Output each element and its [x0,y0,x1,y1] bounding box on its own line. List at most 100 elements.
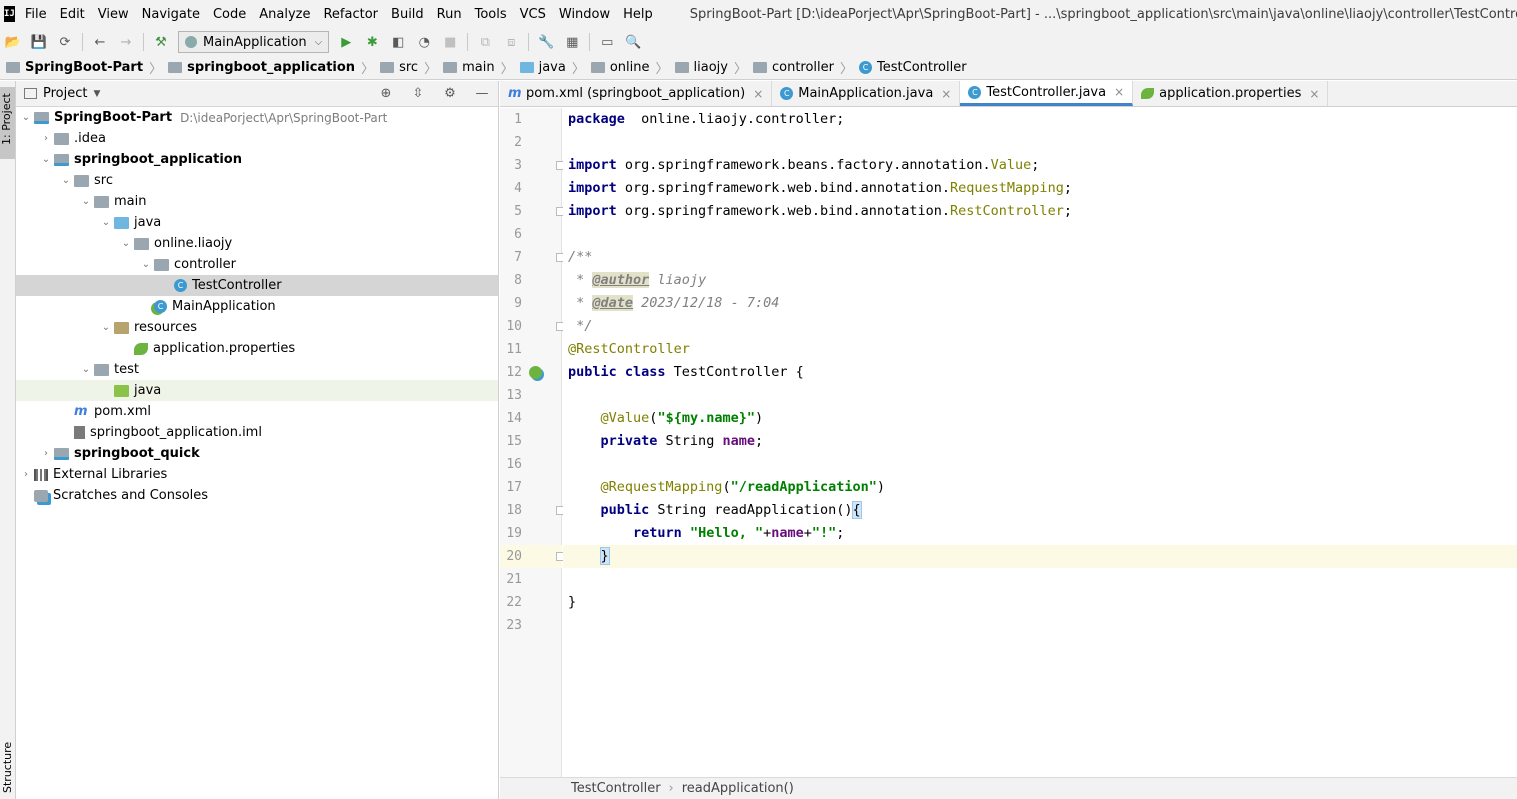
tree-item[interactable]: ⌄ src [16,170,498,191]
menu-view[interactable]: View [98,7,129,22]
tree-item[interactable]: ⌄ java [16,212,498,233]
menu-run[interactable]: Run [437,7,462,22]
tree-item[interactable]: ⌄ test [16,359,498,380]
tree-item[interactable]: application.properties [16,338,498,359]
editor-breadcrumb-method[interactable]: readApplication() [682,781,794,796]
folder-icon [154,258,169,271]
breadcrumb-item-java[interactable]: java 〉 [519,58,585,77]
breadcrumb-item-online[interactable]: online 〉 [590,58,669,77]
close-tab-icon[interactable]: × [941,87,951,101]
editor-breadcrumb-class[interactable]: TestController [571,781,661,796]
close-tab-icon[interactable]: × [753,87,763,101]
caret-down-icon[interactable]: ▼ [93,89,100,99]
forward-arrow-icon[interactable]: → [115,31,137,53]
profile-icon[interactable]: ◔ [413,31,435,53]
tree-item[interactable]: ⌄ resources [16,317,498,338]
breadcrumb-item-liaojy[interactable]: liaojy 〉 [674,58,747,77]
breadcrumb-item-testcontroller[interactable]: C TestController [859,60,967,75]
expand-arrow-icon[interactable]: ⌄ [38,154,54,165]
project-tool-tab[interactable]: 1: Project [0,87,15,159]
editor-tab[interactable]: application.properties × [1133,81,1329,106]
project-structure-icon[interactable]: ▦ [561,31,583,53]
tree-item[interactable]: ⌄ main [16,191,498,212]
collapse-arrow-icon[interactable]: › [38,133,54,144]
code-token: "/readApplication" [730,479,877,495]
tree-item[interactable]: › springboot_quick [16,443,498,464]
spring-bean-gutter-icon[interactable] [529,366,542,379]
attach-debugger-icon[interactable]: ⧉ [474,31,496,53]
expand-arrow-icon[interactable]: ⌄ [118,238,134,249]
breadcrumb-item-main[interactable]: main 〉 [443,58,514,77]
tree-item[interactable]: m pom.xml [16,401,498,422]
save-all-icon[interactable]: 💾 [28,31,50,53]
project-view-selector[interactable]: Project [43,86,87,101]
menu-window[interactable]: Window [559,7,610,22]
tree-item[interactable]: Scratches and Consoles [16,485,498,506]
code-token: String readApplication() [649,502,853,518]
menu-edit[interactable]: Edit [60,7,85,22]
menu-refactor[interactable]: Refactor [323,7,378,22]
breadcrumb-item-springboot-application[interactable]: springboot_application 〉 [168,58,374,77]
menu-tools[interactable]: Tools [475,7,507,22]
menu-file[interactable]: File [25,7,47,22]
sync-icon[interactable]: ⟳ [54,31,76,53]
breadcrumb-item-src[interactable]: src 〉 [380,58,437,77]
expand-arrow-icon[interactable]: ⌄ [78,196,94,207]
tree-item[interactable]: ⌄ SpringBoot-Part D:\ideaPorject\Apr\Sprin… [16,107,498,128]
menu-analyze[interactable]: Analyze [259,7,310,22]
menu-help[interactable]: Help [623,7,653,22]
expand-arrow-icon[interactable]: ⌄ [138,259,154,270]
tree-item[interactable]: java [16,380,498,401]
run-configuration-dropdown[interactable]: MainApplication ⌵ [178,31,330,53]
open-folder-icon[interactable]: 📂 [2,31,24,53]
expand-arrow-icon[interactable]: ⌄ [98,322,114,333]
expand-arrow-icon[interactable]: ⌄ [18,112,34,123]
menu-build[interactable]: Build [391,7,424,22]
debug-icon[interactable]: ✱ [361,31,383,53]
tree-item[interactable]: springboot_application.iml [16,422,498,443]
code-token: ; [1063,203,1072,219]
editor-tab-bar: m pom.xml (springboot_application) × C MainA… [500,81,1517,107]
gear-icon[interactable]: ⚙ [439,83,461,105]
back-arrow-icon[interactable]: ← [89,31,111,53]
breadcrumb-item-springboot-part[interactable]: SpringBoot-Part 〉 [6,58,162,77]
code-token: } [599,547,610,565]
expand-arrow-icon[interactable]: ⌄ [58,175,74,186]
menu-code[interactable]: Code [213,7,246,22]
hide-panel-icon[interactable]: — [471,83,493,105]
tree-item[interactable]: C MainApplication [16,296,498,317]
code-editor[interactable]: package online.liaojy.controller; import … [563,108,1517,777]
run-with-coverage-icon[interactable]: ◧ [387,31,409,53]
build-hammer-icon[interactable]: ⚒ [150,31,172,53]
tree-item[interactable]: › External Libraries [16,464,498,485]
menu-navigate[interactable]: Navigate [142,7,200,22]
editor-tab[interactable]: C MainApplication.java × [772,81,961,106]
tree-item[interactable]: ⌄ springboot_application [16,149,498,170]
settings-wrench-icon[interactable]: 🔧 [535,31,557,53]
locate-file-icon[interactable]: ⊕ [375,83,397,105]
line-number: 23 [506,618,522,633]
close-tab-icon[interactable]: × [1114,85,1124,99]
tree-item[interactable]: ⌄ controller [16,254,498,275]
close-tab-icon[interactable]: × [1309,87,1319,101]
code-token: */ [568,318,593,334]
stop-icon[interactable]: ■ [439,31,461,53]
tree-item[interactable]: › .idea [16,128,498,149]
editor-tab[interactable]: C TestController.java × [960,81,1134,106]
expand-arrow-icon[interactable]: ⌄ [98,217,114,228]
collapse-all-icon[interactable]: ⇳ [407,83,429,105]
collapse-arrow-icon[interactable]: › [18,469,34,480]
tree-item[interactable]: ⌄ online.liaojy [16,233,498,254]
breadcrumb-item-controller[interactable]: controller 〉 [752,58,853,77]
tree-item[interactable]: C TestController [16,275,498,296]
editor-tab[interactable]: m pom.xml (springboot_application) × [500,81,773,106]
update-running-app-icon[interactable]: ⧈ [500,31,522,53]
collapse-arrow-icon[interactable]: › [38,448,54,459]
presentation-mode-icon[interactable]: ▭ [596,31,618,53]
folder-icon [94,195,109,208]
menu-vcs[interactable]: VCS [520,7,546,22]
run-icon[interactable]: ▶ [335,31,357,53]
search-icon[interactable]: 🔍 [622,31,644,53]
expand-arrow-icon[interactable]: ⌄ [78,364,94,375]
tree-item-label: External Libraries [53,467,168,482]
